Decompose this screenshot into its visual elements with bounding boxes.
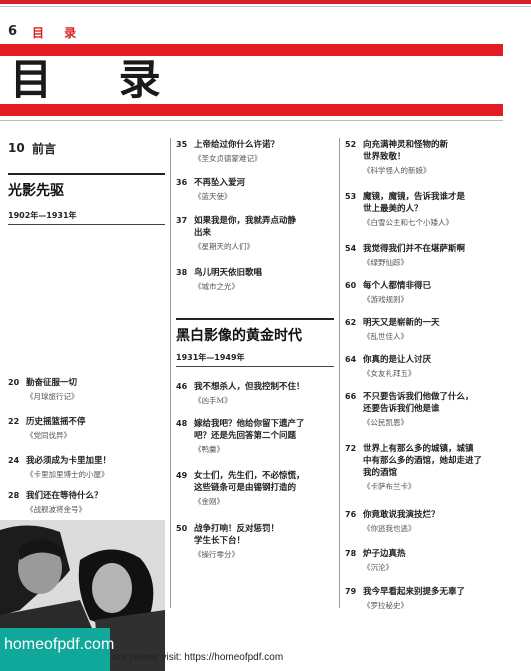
toc-entry-page-number: 20 <box>8 378 20 387</box>
toc-entry-film-title: 《游戏规则》 <box>363 295 408 304</box>
toc-entry-page-number: 24 <box>8 456 20 465</box>
toc-entry-title: 不再坠入爱河 <box>194 178 246 188</box>
toc-entry-title: 你真的是让人讨厌 <box>363 355 432 365</box>
toc-entry-title: 女士们，先生们，不必惊慌， 这些链条可是由锡钢打造的 <box>194 471 305 493</box>
toc-entry-page-number: 72 <box>345 444 357 453</box>
red-band-bottom <box>0 104 503 116</box>
toc-entry-page-number: 66 <box>345 392 357 401</box>
toc-entry-page-number: 54 <box>345 244 357 253</box>
toc-entry-page-number: 38 <box>176 268 188 277</box>
toc-entry-title: 我觉得我们并不在堪萨斯啊 <box>363 244 466 254</box>
toc-entry-title: 鸟儿明天依旧歌唱 <box>194 268 263 278</box>
toc-entry-film-title: 《星期天的人们》 <box>194 242 254 251</box>
toc-entry-title: 你竟敢说我演技烂？ <box>363 510 440 520</box>
toc-entry-film-title: 《卡里加里博士的小屋》 <box>26 470 109 479</box>
toc-entry-page-number: 76 <box>345 510 357 519</box>
toc-entry-film-title: 《月球旅行记》 <box>26 392 79 401</box>
toc-entry-title: 我们还在等待什么？ <box>26 491 103 501</box>
title-underline <box>0 120 503 121</box>
toc-entry-title: 历史摇篮摇不停 <box>26 417 86 427</box>
toc-entry-film-title: 《卡萨布兰卡》 <box>363 482 416 491</box>
page-number: 6 <box>8 24 18 39</box>
toc-entry-page-number: 50 <box>176 524 188 533</box>
toc-entry-film-title: 《科学怪人的新娘》 <box>363 166 431 175</box>
toc-entry-film-title: 《金刚》 <box>194 497 224 506</box>
toc-entry-page-number: 46 <box>176 382 188 391</box>
section-years-golden-age: 1931年—1949年 <box>176 353 245 362</box>
section-rule <box>8 173 165 175</box>
toc-entry-page-number: 60 <box>345 281 357 290</box>
top-divider <box>0 6 531 7</box>
toc-entry-film-title: 《党同伐异》 <box>26 431 71 440</box>
section-rule <box>8 224 165 225</box>
toc-entry-title: 战争打响！反对惩罚！ 学生长下台！ <box>194 524 280 546</box>
toc-entry-title: 我必须成为卡里加里！ <box>26 456 112 466</box>
toc-entry-page-number: 48 <box>176 419 188 428</box>
toc-entry-title: 明天又是崭新的一天 <box>363 318 440 328</box>
toc-entry-film-title: 《城市之光》 <box>194 282 239 291</box>
toc-entry-page-number: 52 <box>345 140 357 149</box>
preface-page-number: 10 <box>8 141 25 155</box>
toc-entry-film-title: 《蓝天使》 <box>194 192 232 201</box>
toc-entry-film-title: 《圣女贞德蒙难记》 <box>194 154 262 163</box>
section-rule <box>176 318 334 320</box>
toc-entry-page-number: 79 <box>345 587 357 596</box>
toc-entry-film-title: 《你逃我也逃》 <box>363 524 416 533</box>
toc-entry-film-title: 《公民凯恩》 <box>363 418 408 427</box>
toc-entry-title: 炉子边真热 <box>363 549 406 559</box>
toc-entry-title: 上帝给过你什么许诺？ <box>194 140 280 150</box>
watermark-note: ore please visit: https://homeofpdf.com <box>112 652 284 663</box>
section-title-golden-age: 黑白影像的黄金时代 <box>176 328 302 344</box>
section-years-pioneers: 1902年—1931年 <box>8 211 77 220</box>
toc-entry-title: 我今早看起来别提多无辜了 <box>363 587 466 597</box>
toc-entry-page-number: 53 <box>345 192 357 201</box>
toc-entry-film-title: 《乱世佳人》 <box>363 332 408 341</box>
toc-entry-film-title: 《女友礼拜五》 <box>363 369 416 378</box>
toc-entry-page-number: 37 <box>176 216 188 225</box>
toc-entry-title: 世界上有那么多的城镇，城镇 中有那么多的酒馆，她却走进了 我的酒馆 <box>363 444 483 478</box>
toc-entry-title: 如果我是你，我就弄点动静 出来 <box>194 216 297 238</box>
toc-entry-film-title: 《沉沦》 <box>363 563 393 572</box>
toc-entry-title: 向充满神灵和怪物的新 世界致敬！ <box>363 140 449 162</box>
toc-entry-title: 不只要告诉我们他做了什么， 还要告诉我们他是谁 <box>363 392 474 414</box>
page-title: 目 录 <box>10 55 187 104</box>
toc-entry-title: 每个人都情非得已 <box>363 281 432 291</box>
toc-entry-film-title: 《鸭羹》 <box>194 445 224 454</box>
toc-entry-film-title: 《战舰波将金号》 <box>26 505 86 514</box>
section-label: 目 录 <box>32 26 85 40</box>
toc-entry-page-number: 35 <box>176 140 188 149</box>
preface-title[interactable]: 前言 <box>32 140 56 157</box>
section-rule <box>176 366 334 367</box>
top-red-strip <box>0 0 531 4</box>
section-title-pioneers: 光影先驱 <box>8 183 64 199</box>
toc-entry-page-number: 28 <box>8 491 20 500</box>
toc-entry-page-number: 49 <box>176 471 188 480</box>
toc-entry-page-number: 62 <box>345 318 357 327</box>
toc-entry-title: 我不想杀人，但我控制不住！ <box>194 382 305 392</box>
watermark-logo[interactable]: homeofpdf.com <box>4 636 114 654</box>
toc-entry-page-number: 64 <box>345 355 357 364</box>
toc-entry-film-title: 《凶手M》 <box>194 396 232 405</box>
toc-entry-film-title: 《绿野仙踪》 <box>363 258 408 267</box>
toc-entry-title: 魔镜，魔镜，告诉我谁才是 世上最美的人？ <box>363 192 466 214</box>
toc-entry-title: 嫁给我吧？他给你留下遗产了 吧？还是先回答第二个问题 <box>194 419 305 441</box>
toc-entry-page-number: 36 <box>176 178 188 187</box>
toc-entry-page-number: 22 <box>8 417 20 426</box>
toc-entry-film-title: 《罗拉秘史》 <box>363 601 408 610</box>
toc-entry-film-title: 《操行零分》 <box>194 550 239 559</box>
toc-entry-page-number: 78 <box>345 549 357 558</box>
toc-entry-title: 勤奋征服一切 <box>26 378 78 388</box>
toc-entry-film-title: 《白雪公主和七个小矮人》 <box>363 218 453 227</box>
